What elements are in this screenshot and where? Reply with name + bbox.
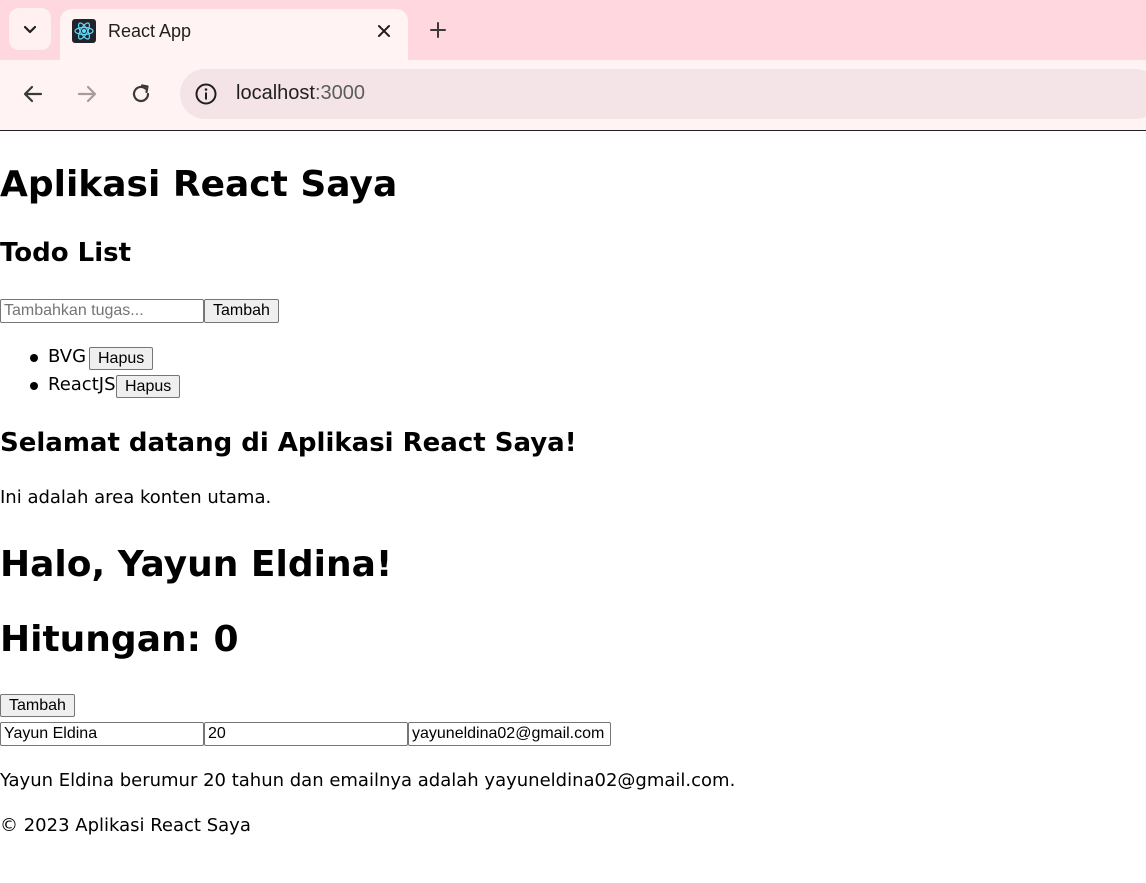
welcome-heading: Selamat datang di Aplikasi React Saya! xyxy=(0,428,577,458)
close-icon xyxy=(378,25,390,37)
bullet-icon xyxy=(30,354,38,362)
back-button[interactable] xyxy=(17,78,49,110)
plus-icon xyxy=(430,22,446,38)
age-input[interactable] xyxy=(204,722,408,746)
new-tab-button[interactable] xyxy=(424,16,452,44)
counter-heading: Hitungan: 0 xyxy=(0,619,239,660)
greeting-heading: Halo, Yayun Eldina! xyxy=(0,544,393,585)
url-port: :3000 xyxy=(314,82,365,104)
todo-input[interactable] xyxy=(0,299,204,323)
increment-button[interactable]: Tambah xyxy=(0,694,75,717)
browser-tab[interactable]: React App xyxy=(60,9,408,60)
delete-todo-button[interactable]: Hapus xyxy=(89,347,154,370)
tab-search-button[interactable] xyxy=(9,8,51,50)
react-logo-icon xyxy=(72,19,96,43)
todo-item-text: ReactJS xyxy=(48,374,116,395)
arrow-left-icon xyxy=(23,85,43,103)
chevron-down-icon xyxy=(23,25,37,34)
browser-toolbar: localhost:3000 xyxy=(0,60,1146,131)
site-info-icon[interactable] xyxy=(192,80,220,108)
list-item: BVG Hapus xyxy=(0,346,400,372)
url-text: localhost:3000 xyxy=(236,82,365,105)
bullet-icon xyxy=(30,382,38,390)
profile-summary: Yayun Eldina berumur 20 tahun dan emailn… xyxy=(0,770,736,791)
address-bar[interactable]: localhost:3000 xyxy=(180,69,1146,119)
add-todo-button[interactable]: Tambah xyxy=(204,299,279,323)
delete-todo-button[interactable]: Hapus xyxy=(116,375,181,398)
todo-heading: Todo List xyxy=(0,238,132,268)
reload-icon xyxy=(132,84,150,103)
name-input[interactable] xyxy=(0,722,204,746)
list-item: ReactJS Hapus xyxy=(0,374,400,400)
info-icon xyxy=(195,83,217,105)
app-title: Aplikasi React Saya xyxy=(0,164,398,205)
footer-text: © 2023 Aplikasi React Saya xyxy=(0,815,251,836)
welcome-text: Ini adalah area konten utama. xyxy=(0,487,272,508)
arrow-right-icon xyxy=(77,85,97,103)
tab-title: React App xyxy=(108,21,192,41)
tab-close-button[interactable] xyxy=(372,19,396,43)
browser-tab-strip: React App xyxy=(0,0,1146,60)
url-host: localhost xyxy=(236,82,315,104)
email-input[interactable] xyxy=(408,722,611,746)
reload-button[interactable] xyxy=(125,78,157,110)
forward-button[interactable] xyxy=(71,78,103,110)
todo-item-text: BVG xyxy=(48,346,87,367)
